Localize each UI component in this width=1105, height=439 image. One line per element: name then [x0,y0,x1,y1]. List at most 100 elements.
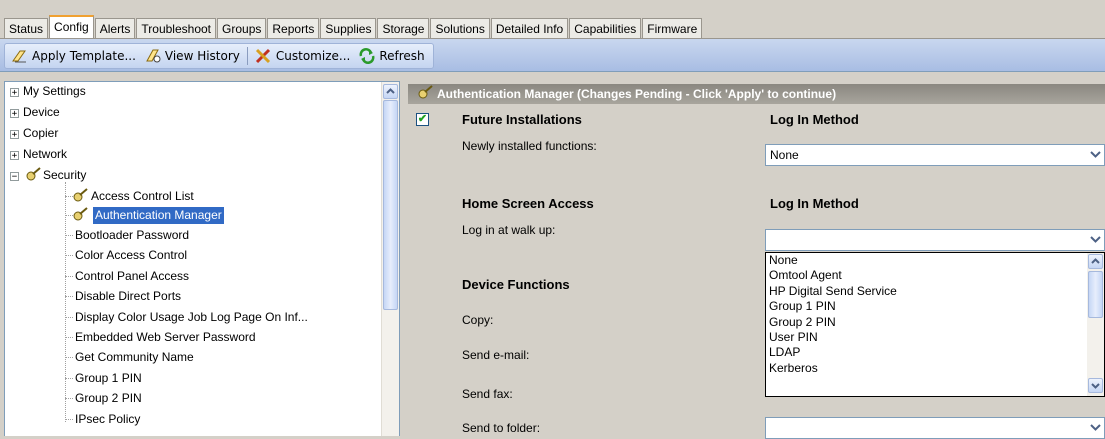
toolbar: Apply Template... View History Customize… [0,39,1105,72]
toolbar-group: Apply Template... View History Customize… [4,43,434,69]
security-gear-icon [26,167,41,181]
copy-label: Copy: [462,313,494,327]
chevron-down-icon [1089,151,1101,158]
tree-connector [65,182,66,422]
tree-item-disable-direct-ports[interactable]: Disable Direct Ports [75,288,181,305]
option-none[interactable]: None [766,253,1104,268]
view-history-button[interactable]: View History [140,45,244,67]
tree-item-get-community-name[interactable]: Get Community Name [75,349,194,366]
option-hp-digital-send-service[interactable]: HP Digital Send Service [766,284,1104,299]
newly-installed-select[interactable]: None [765,144,1105,166]
send-to-folder-select[interactable] [765,417,1105,439]
panel-title: Authentication Manager (Changes Pending … [437,87,837,101]
tree-item-access-control-list[interactable]: Access Control List [91,188,194,205]
tools-icon [255,48,270,64]
toolbar-separator [246,47,248,65]
tab-groups[interactable]: Groups [217,18,267,38]
chevron-down-icon [1091,383,1100,389]
settings-tree: + My Settings + Device + Copier + Networ… [4,81,400,436]
view-history-label: View History [164,49,240,63]
expand-my-settings[interactable]: + [10,88,19,98]
device-functions-heading: Device Functions [462,277,570,292]
tab-reports[interactable]: Reports [267,18,320,38]
log-in-walk-up-select[interactable] [765,229,1105,251]
send-to-folder-dropdown-button[interactable] [1086,418,1104,438]
tab-firmware[interactable]: Firmware [642,18,703,38]
home-screen-access-heading: Home Screen Access [462,196,594,211]
chevron-down-icon [1089,424,1101,431]
tree-branch [65,235,73,236]
tree-item-color-access-control[interactable]: Color Access Control [75,247,187,264]
tab-alerts[interactable]: Alerts [94,18,136,38]
log-in-walk-up-label: Log in at walk up: [462,223,556,237]
refresh-label: Refresh [379,49,425,63]
access-control-list-icon [73,188,88,202]
expand-device[interactable]: + [10,109,19,119]
newly-installed-dropdown-button[interactable] [1086,145,1104,165]
customize-label: Customize... [275,49,351,63]
tree-item-device[interactable]: Device [23,104,60,121]
tree-branch [65,419,73,420]
option-ldap[interactable]: LDAP [766,345,1104,360]
panel-header: Authentication Manager (Changes Pending … [408,84,1105,104]
newly-installed-label: Newly installed functions: [462,139,597,153]
apply-template-button[interactable]: Apply Template... [7,45,140,67]
tree-scrollbar[interactable] [381,82,399,436]
send-email-label: Send e-mail: [462,348,530,362]
chevron-up-icon [386,88,395,94]
log-in-method-dropdown-list[interactable]: None Omtool Agent HP Digital Send Servic… [765,252,1105,397]
tab-detailed-info[interactable]: Detailed Info [490,18,569,38]
tree-branch [65,337,73,338]
dropdown-scrollbar[interactable] [1087,253,1104,396]
tab-solutions[interactable]: Solutions [430,18,490,38]
expand-copier[interactable]: + [10,130,19,140]
send-fax-label: Send fax: [462,387,513,401]
log-in-method-heading: Log In Method [770,112,859,127]
tree-item-copier[interactable]: Copier [23,125,58,142]
tab-supplies[interactable]: Supplies [320,18,377,38]
collapse-security[interactable]: − [10,172,19,182]
send-to-folder-label: Send to folder: [462,421,541,435]
auth-manager-panel: Authentication Manager (Changes Pending … [408,81,1105,439]
tree-item-display-color-usage[interactable]: Display Color Usage Job Log Page On Inf.… [75,309,308,326]
scroll-up-button[interactable] [383,84,398,99]
history-icon [146,49,161,63]
expand-network[interactable]: + [10,151,19,161]
refresh-button[interactable]: Refresh [354,45,428,67]
tab-status[interactable]: Status [4,18,49,38]
option-user-pin[interactable]: User PIN [766,330,1104,345]
newly-installed-value: None [770,148,799,162]
tree-item-bootloader-password[interactable]: Bootloader Password [75,227,189,244]
tree-item-ipsec-policy[interactable]: IPsec Policy [75,411,140,428]
tree-branch [65,255,73,256]
option-group-2-pin[interactable]: Group 2 PIN [766,315,1104,330]
tree-branch [65,276,73,277]
tab-troubleshoot[interactable]: Troubleshoot [136,18,217,38]
tree-item-authentication-manager[interactable]: Authentication Manager [93,207,224,224]
option-kerberos[interactable]: Kerberos [766,361,1104,376]
tree-item-network[interactable]: Network [23,146,67,163]
log-in-walk-up-dropdown-button[interactable] [1086,230,1104,250]
tree-item-group-2-pin[interactable]: Group 2 PIN [75,390,142,407]
log-in-method-heading-2: Log In Method [770,196,859,211]
tree-item-group-1-pin[interactable]: Group 1 PIN [75,370,142,387]
customize-button[interactable]: Customize... [251,45,354,67]
settings-key-icon [418,85,433,99]
tree-item-ews-password[interactable]: Embedded Web Server Password [75,329,256,346]
authentication-manager-icon [73,207,88,221]
future-installations-checkbox[interactable]: ✔ [416,113,429,126]
option-group-1-pin[interactable]: Group 1 PIN [766,299,1104,314]
tab-capabilities[interactable]: Capabilities [569,18,642,38]
dropdown-scroll-thumb[interactable] [1088,271,1103,318]
tab-storage[interactable]: Storage [377,18,430,38]
tree-item-control-panel-access[interactable]: Control Panel Access [75,268,189,285]
tree-item-my-settings[interactable]: My Settings [23,83,86,100]
dropdown-scroll-down[interactable] [1088,378,1103,393]
tab-config[interactable]: Config [49,15,94,38]
scroll-thumb[interactable] [383,100,398,310]
option-omtool-agent[interactable]: Omtool Agent [766,268,1104,283]
chevron-up-icon [1091,258,1100,264]
template-icon [12,50,26,63]
dropdown-scroll-up[interactable] [1088,254,1103,269]
tree-branch [65,398,73,399]
